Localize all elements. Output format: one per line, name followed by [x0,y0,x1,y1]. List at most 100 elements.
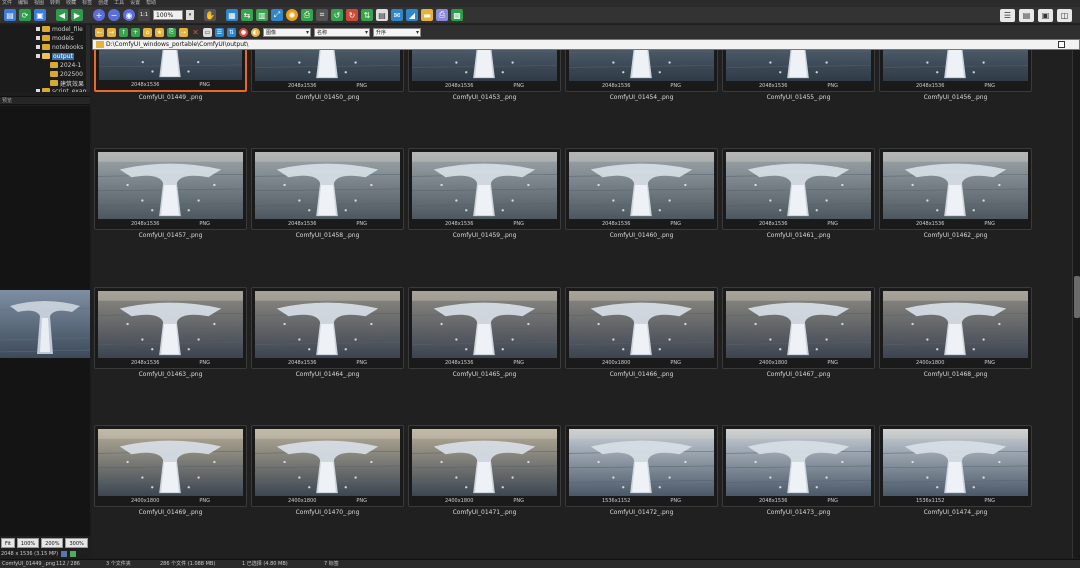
thumbnail-item[interactable]: 2400x1800 PNG ComfyUI_01471_.png [408,425,561,558]
thumbnail-image[interactable] [569,50,714,81]
print-icon[interactable]: ⎙ [436,9,448,21]
tree-item-output[interactable]: output [36,52,74,60]
thumbnail-image[interactable] [726,429,871,496]
thumbnail-image[interactable] [883,152,1028,219]
thumbnail-frame[interactable]: 2048x1536 PNG [722,425,875,507]
thumbnail-item[interactable]: 2048x1536 PNG ComfyUI_01464_.png [251,287,404,420]
collapse-icon[interactable] [36,54,40,58]
fullscreen-view-icon[interactable]: ▣ [1038,9,1053,22]
zoom-out-icon[interactable]: − [108,9,120,21]
thumbnail-frame[interactable]: 2400x1800 PNG [722,287,875,369]
thumbnail-frame[interactable]: 2048x1536 PNG [565,148,718,230]
actual-size-icon[interactable]: 1:1 [138,9,150,21]
zoom-dropdown-icon[interactable]: ▾ [186,10,194,20]
thumbnail-image[interactable] [569,152,714,219]
grid-scrollbar[interactable] [1072,50,1080,558]
thumbnail-image[interactable] [98,152,243,219]
info-icon[interactable] [61,551,68,557]
thumbnail-frame[interactable]: 2400x1800 PNG [94,425,247,507]
thumbnail-image[interactable] [98,291,243,358]
rename-icon[interactable]: ▭ [203,27,212,37]
copy-icon[interactable]: ⎘ [167,27,176,37]
menu-create[interactable]: 创建 [98,0,108,7]
thumbnail-image[interactable] [569,291,714,358]
thumbnail-frame[interactable]: 2048x1536 PNG [251,50,404,92]
thumbnail-item[interactable]: 2048x1536 PNG ComfyUI_01458_.png [251,148,404,281]
thumbnail-image[interactable] [726,152,871,219]
zoom-fit-button[interactable]: Fit [1,538,15,548]
zoom-field[interactable]: 100% [153,10,183,20]
properties-icon[interactable]: ▤ [376,9,388,21]
address-bar[interactable]: D:\ComfyUI_windows_portable\ComfyUI\outp… [92,39,1080,50]
thumbnail-item[interactable]: 2048x1536 PNG ComfyUI_01463_.png [94,287,247,420]
thumbnail-image[interactable] [883,291,1028,358]
thumbnail-frame[interactable]: 2048x1536 PNG [408,287,561,369]
thumbnail-item[interactable]: 2048x1536 PNG ComfyUI_01465_.png [408,287,561,420]
resize-icon[interactable]: ⤢ [271,9,283,21]
hand-tool-icon[interactable]: ✋ [204,9,216,21]
thumbnail-item[interactable]: 1536x1152 PNG ComfyUI_01474_.png [879,425,1032,558]
menu-edit[interactable]: 编辑 [18,0,28,7]
thumbnail-image[interactable] [726,50,871,81]
save-icon[interactable]: ▣ [34,9,46,21]
thumbnail-item[interactable]: 2048x1536 PNG ComfyUI_01461_.png [722,148,875,281]
thumbnail-frame[interactable]: 2048x1536 PNG [879,50,1032,92]
thumbnail-frame[interactable]: 2048x1536 PNG [879,148,1032,230]
favorites-icon[interactable]: ★ [155,27,164,37]
thumbnail-image[interactable] [255,50,400,81]
crop-icon[interactable]: ⌗ [316,9,328,21]
thumbnail-frame[interactable]: 2048x1536 PNG [94,287,247,369]
slideshow-icon[interactable]: ▦ [226,9,238,21]
tree-scrollbar[interactable] [86,25,90,92]
thumbnail-view-icon[interactable]: ☰ [1000,9,1015,22]
thumbnail-item[interactable]: 2048x1536 PNG ComfyUI_01457_.png [94,148,247,281]
path-text[interactable]: D:\ComfyUI_windows_portable\ComfyUI\outp… [106,41,248,48]
thumbnail-image[interactable] [412,291,557,358]
thumbnail-image[interactable] [883,50,1028,81]
thumbnail-frame[interactable]: 2400x1800 PNG [565,287,718,369]
expand-icon[interactable] [36,27,40,31]
tree-item-architecture[interactable]: 建筑效果 [50,79,84,88]
scrollbar-thumb[interactable] [1074,276,1080,318]
thumbnail-item[interactable]: 2400x1800 PNG ComfyUI_01469_.png [94,425,247,558]
menu-favorites[interactable]: 收藏 [66,0,76,7]
list-icon[interactable]: ☰ [215,27,224,37]
thumbnail-item[interactable]: 2048x1536 PNG ComfyUI_01473_.png [722,425,875,558]
thumbnail-image[interactable] [412,50,557,81]
thumbnail-item[interactable]: 2400x1800 PNG ComfyUI_01468_.png [879,287,1032,420]
menu-tools[interactable]: 工具 [114,0,124,7]
thumbnail-image[interactable] [255,429,400,496]
thumbnail-item[interactable]: 2400x1800 PNG ComfyUI_01466_.png [565,287,718,420]
histogram-icon[interactable] [70,551,77,557]
menu-help[interactable]: 帮助 [146,0,156,7]
adjust-icon[interactable]: ✺ [286,9,298,21]
expand-icon[interactable] [36,45,40,49]
thumbnail-frame[interactable]: 2048x1536 PNG [722,50,875,92]
rotate-right-icon[interactable]: ↻ [346,9,358,21]
thumbnail-image[interactable] [99,50,242,80]
flip-icon[interactable]: ⇅ [361,9,373,21]
tree-item-script[interactable]: script_exam [36,87,88,92]
thumbnail-image[interactable] [726,291,871,358]
thumbnail-item[interactable]: 2400x1800 PNG ComfyUI_01467_.png [722,287,875,420]
folder-open-icon[interactable]: ▤ [4,9,16,21]
menu-file[interactable]: 文件 [2,0,12,7]
thumbnail-frame[interactable]: 2048x1536 PNG [408,148,561,230]
expand-icon[interactable] [36,89,40,92]
thumbnail-frame[interactable]: 2048x1536 PNG [565,50,718,92]
tree-item-202500[interactable]: 202500 [50,70,83,78]
back-nav-icon[interactable]: ← [95,27,104,37]
folder-icon[interactable]: ▬ [421,9,433,21]
compare-view-icon[interactable]: ◫ [1057,9,1072,22]
menu-tags[interactable]: 标签 [82,0,92,7]
move-icon[interactable]: ⇢ [179,27,188,37]
forward-nav-icon[interactable]: → [107,27,116,37]
thumbnail-frame[interactable]: 2048x1536 PNG [251,287,404,369]
email-icon[interactable]: ✉ [391,9,403,21]
thumbnail-item[interactable]: 2400x1800 PNG ComfyUI_01470_.png [251,425,404,558]
scan-icon[interactable]: ◢ [406,9,418,21]
refresh-icon[interactable]: ⟳ [19,9,31,21]
convert-icon[interactable]: ⇆ [241,9,253,21]
expand-icon[interactable] [36,36,40,40]
menu-view[interactable]: 视图 [34,0,44,7]
